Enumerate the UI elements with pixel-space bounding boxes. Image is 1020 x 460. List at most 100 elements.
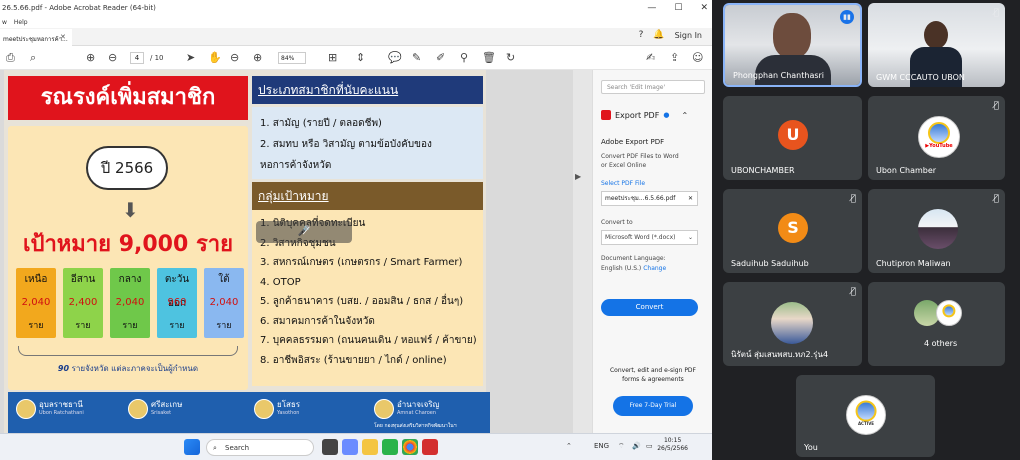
document-tab-bar: meetประชุมหอการค้า... ✕ ? 🔔 Sign In bbox=[0, 28, 712, 46]
share-icon[interactable]: ⇪ bbox=[670, 51, 679, 64]
region-south: ใต้ 2,040 ราย bbox=[204, 268, 244, 338]
selected-file-field[interactable]: meetประชุม...6.5.66.pdf ✕ bbox=[601, 191, 698, 206]
acrobat-icon[interactable] bbox=[422, 439, 438, 455]
doc-language-label: Document Language: bbox=[601, 255, 666, 262]
zoom-select[interactable]: 84% bbox=[278, 52, 306, 64]
line-icon[interactable] bbox=[382, 439, 398, 455]
participant-tile[interactable]: U UBONCHAMBER bbox=[723, 96, 862, 180]
stamp-icon[interactable]: ⚲ bbox=[460, 51, 468, 64]
target-text: เป้าหมาย 9,000 ราย bbox=[22, 232, 234, 257]
taskbar-clock[interactable]: 10:15 26/5/2566 bbox=[657, 437, 688, 453]
minimize-icon[interactable]: — bbox=[647, 3, 656, 13]
region-value: 2,040 bbox=[115, 297, 145, 308]
clock-time: 10:15 bbox=[663, 437, 682, 444]
chevron-up-icon[interactable]: ⌃ bbox=[566, 442, 572, 450]
battery-icon[interactable]: ▭ bbox=[646, 442, 653, 450]
participant-tile[interactable]: 🎙̸ GWM CCCAUTO UBON bbox=[868, 3, 1005, 87]
signin-button[interactable]: Sign In bbox=[675, 31, 702, 40]
bell-icon[interactable]: 🔔 bbox=[653, 30, 664, 40]
rotate-icon[interactable]: ↻ bbox=[506, 51, 515, 64]
language-row: English (U.S.) Change bbox=[601, 264, 666, 273]
you-logo-text: ACTIVE bbox=[857, 421, 875, 426]
close-icon[interactable]: ✕ bbox=[700, 3, 708, 13]
clear-icon[interactable]: ✕ bbox=[688, 192, 693, 206]
comment-icon[interactable]: 💬 bbox=[388, 51, 402, 64]
chat-icon[interactable] bbox=[342, 439, 358, 455]
participant-tile[interactable]: 🎙̸ Chutipron Maliwan bbox=[868, 189, 1005, 273]
export-pdf-icon bbox=[601, 110, 611, 120]
free-trial-button[interactable]: Free 7-Day Trial bbox=[613, 396, 693, 416]
vertical-scrollbar[interactable] bbox=[573, 70, 592, 433]
tab-close-icon[interactable]: ✕ bbox=[60, 33, 66, 41]
province-seal-icon bbox=[128, 399, 148, 419]
help-icon[interactable]: ? bbox=[639, 30, 644, 40]
page-down-icon[interactable]: ⊖ bbox=[108, 51, 117, 64]
hand-tool-icon[interactable]: ✋ bbox=[208, 51, 222, 64]
document-tab[interactable]: meetประชุมหอการค้า... ✕ bbox=[0, 29, 72, 46]
zoom-in-icon[interactable]: ⊕ bbox=[253, 51, 262, 64]
section2-item: 8. อาชีพอิสระ (ร้านขายยา / ไกด์ / online… bbox=[260, 354, 447, 366]
task-view-icon[interactable] bbox=[322, 439, 338, 455]
tools-search-input[interactable]: Search 'Edit Image' bbox=[601, 80, 705, 94]
participant-name: Saduihub Saduihub bbox=[731, 259, 809, 268]
province-note: โดย กองทุนส่งเสริมวิสาหกิจพัฒนาในฯ bbox=[374, 423, 457, 429]
account-icon[interactable]: ☺ bbox=[692, 51, 703, 64]
region-unit: ราย bbox=[216, 321, 232, 331]
chevron-up-icon[interactable]: ⌃ bbox=[681, 111, 688, 120]
promo-line: Convert, edit and e-sign PDF bbox=[609, 367, 697, 374]
export-pdf-header[interactable]: Export PDF ● ⌃ bbox=[601, 110, 688, 120]
format-select[interactable]: Microsoft Word (*.docx) ⌄ bbox=[601, 230, 698, 245]
sign-icon[interactable]: ✍ bbox=[646, 51, 655, 64]
taskbar-search-label: Search bbox=[225, 444, 250, 452]
section1-item: หอการค้าจังหวัด bbox=[260, 160, 332, 171]
mic-off-icon: 🎙̸ bbox=[993, 194, 999, 204]
document-view[interactable]: รณรงค์เพิ่มสมาชิก ปี 2566 ⬇ เป้าหมาย 9,0… bbox=[0, 70, 592, 433]
mic-off-icon: 🎙̸ bbox=[993, 101, 999, 111]
scroll-mode-icon[interactable]: ⇕ bbox=[356, 51, 365, 64]
select-file-label: Select PDF File bbox=[601, 180, 646, 187]
acrobat-titlebar: 26.5.66.pdf - Adobe Acrobat Reader (64-b… bbox=[0, 0, 712, 16]
search-icon[interactable]: ⌕ bbox=[30, 51, 36, 65]
convert-button[interactable]: Convert bbox=[601, 299, 698, 316]
participant-tile[interactable]: S 🎙̸ Saduihub Saduihub bbox=[723, 189, 862, 273]
page-number-input[interactable]: 4 bbox=[130, 52, 144, 64]
region-northeast: อีสาน 2,400 ราย bbox=[63, 268, 103, 338]
change-language-link[interactable]: Change bbox=[643, 265, 666, 272]
print-icon[interactable]: ⎙ bbox=[6, 51, 15, 65]
info-icon[interactable]: ● bbox=[663, 111, 669, 119]
menu-item[interactable]: w bbox=[2, 19, 7, 26]
footnote-prefix: 90 bbox=[57, 364, 70, 373]
participant-name: You bbox=[804, 443, 818, 452]
province-amnat: อำนาจเจริญ Amnat Charoen bbox=[374, 398, 439, 420]
zoom-out-icon[interactable]: ⊖ bbox=[230, 51, 239, 64]
self-tile[interactable]: ACTIVE You bbox=[796, 375, 935, 457]
wifi-icon[interactable]: ⌔ bbox=[618, 442, 625, 451]
taskbar-search[interactable]: ⌕ Search bbox=[206, 439, 314, 456]
participant-tile[interactable]: ▮▮ Phongphan Chanthasri bbox=[723, 3, 862, 87]
select-cursor-icon[interactable]: ➤ bbox=[186, 51, 195, 64]
participant-name: Phongphan Chanthasri bbox=[733, 71, 825, 80]
participant-photo bbox=[771, 302, 813, 344]
collapse-pane-icon[interactable]: ▶ bbox=[575, 172, 581, 181]
mic-off-icon: 🎤̸ bbox=[297, 226, 311, 237]
menu-item-help[interactable]: Help bbox=[14, 19, 28, 26]
participant-tile[interactable]: 4 others bbox=[868, 282, 1005, 366]
windows-start-icon[interactable] bbox=[184, 439, 200, 455]
chrome-icon[interactable] bbox=[402, 439, 418, 455]
trash-icon[interactable]: 🗑 bbox=[482, 51, 496, 64]
maximize-icon[interactable]: ☐ bbox=[674, 3, 682, 13]
menu-bar: w Help bbox=[0, 16, 712, 28]
clock-date: 26/5/2566 bbox=[657, 445, 688, 452]
province-en: Srisaket bbox=[151, 410, 172, 416]
participant-tile[interactable]: ▶YouTube 🎙̸ Ubon Chamber bbox=[868, 96, 1005, 180]
page-up-icon[interactable]: ⊕ bbox=[86, 51, 95, 64]
pen-icon[interactable]: ✎ bbox=[412, 51, 421, 64]
file-explorer-icon[interactable] bbox=[362, 439, 378, 455]
highlight-icon[interactable]: ✐ bbox=[436, 51, 445, 64]
acrobat-toolbar: ⎙ ⌕ ⊕ ⊖ 4 / 10 ➤ ✋ ⊖ ⊕ 84% ⊞ ⇕ 💬 ✎ ✐ ⚲ 🗑… bbox=[0, 46, 712, 70]
input-language[interactable]: ENG bbox=[594, 442, 609, 450]
participant-tile[interactable]: 🎙̸ นิรัตน์ สุ่มเสนพสบ.ทภ2.รุ่น4 bbox=[723, 282, 862, 366]
participant-photo bbox=[918, 209, 958, 249]
volume-icon[interactable]: 🔊 bbox=[632, 442, 641, 450]
fit-page-icon[interactable]: ⊞ bbox=[328, 51, 337, 64]
